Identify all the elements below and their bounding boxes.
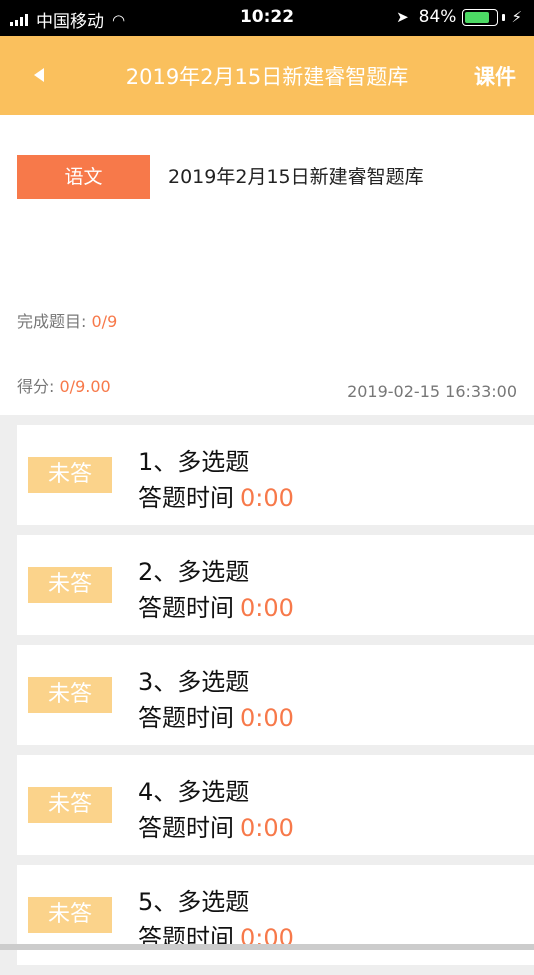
battery-percent: 84% bbox=[418, 7, 457, 27]
battery-icon bbox=[462, 8, 499, 26]
bottom-edge bbox=[0, 944, 534, 950]
answer-time-value: 0:00 bbox=[240, 594, 294, 622]
progress-row: 完成题目: 0/9 bbox=[17, 308, 117, 332]
question-title: 4、多选题 bbox=[138, 778, 250, 806]
answer-time-label: 答题时间 bbox=[138, 814, 234, 842]
answer-time-label: 答题时间 bbox=[138, 704, 234, 732]
paper-title: 2019年2月15日新建睿智题库 bbox=[168, 166, 424, 188]
location-arrow-icon: ➤ bbox=[396, 8, 409, 26]
question-item[interactable]: 未答 5、多选题 答题时间 0:00 bbox=[17, 865, 534, 965]
answer-time: 答题时间 0:00 bbox=[138, 588, 294, 623]
question-title: 3、多选题 bbox=[138, 668, 250, 696]
courseware-button[interactable]: 课件 bbox=[474, 61, 516, 91]
answer-time-value: 0:00 bbox=[240, 484, 294, 512]
status-badge: 未答 bbox=[28, 677, 112, 713]
question-item[interactable]: 未答 1、多选题 答题时间 0:00 bbox=[17, 425, 534, 525]
answer-time: 答题时间 0:00 bbox=[138, 808, 294, 843]
question-list: 未答 1、多选题 答题时间 0:00 未答 2、多选题 答题时间 0:00 未答 3… bbox=[17, 425, 534, 975]
status-badge: 未答 bbox=[28, 567, 112, 603]
paper-timestamp: 2019-02-15 16:33:00 bbox=[347, 382, 517, 401]
charging-bolt-icon: ⚡ bbox=[511, 8, 522, 26]
answer-time: 答题时间 0:00 bbox=[138, 698, 294, 733]
question-title: 2、多选题 bbox=[138, 558, 250, 586]
score-value: 0/9.00 bbox=[59, 377, 111, 396]
answer-time-label: 答题时间 bbox=[138, 484, 234, 512]
score-row: 得分: 0/9.00 bbox=[17, 373, 111, 397]
question-item[interactable]: 未答 4、多选题 答题时间 0:00 bbox=[17, 755, 534, 855]
status-bar: 中国移动 ◠ 10:22 ➤ 84% ⚡ bbox=[0, 0, 534, 36]
answer-time-value: 0:00 bbox=[240, 814, 294, 842]
page-title: 2019年2月15日新建睿智题库 bbox=[125, 65, 409, 89]
question-item[interactable]: 未答 2、多选题 答题时间 0:00 bbox=[17, 535, 534, 635]
answer-time: 答题时间 0:00 bbox=[138, 478, 294, 513]
nav-bar: 2019年2月15日新建睿智题库 课件 bbox=[0, 36, 534, 115]
progress-label: 完成题目: bbox=[17, 312, 87, 331]
battery-cap bbox=[502, 13, 506, 21]
question-title: 1、多选题 bbox=[138, 448, 250, 476]
status-badge: 未答 bbox=[28, 897, 112, 933]
paper-info-card: 语文 2019年2月15日新建睿智题库 完成题目: 0/9 得分: 0/9.00… bbox=[0, 115, 534, 415]
status-badge: 未答 bbox=[28, 457, 112, 493]
question-item[interactable]: 未答 3、多选题 答题时间 0:00 bbox=[17, 645, 534, 745]
score-label: 得分: bbox=[17, 377, 55, 396]
status-badge: 未答 bbox=[28, 787, 112, 823]
progress-value: 0/9 bbox=[91, 312, 118, 331]
answer-time-label: 答题时间 bbox=[138, 594, 234, 622]
question-title: 5、多选题 bbox=[138, 888, 250, 916]
answer-time-value: 0:00 bbox=[240, 704, 294, 732]
subject-tag: 语文 bbox=[17, 155, 150, 199]
